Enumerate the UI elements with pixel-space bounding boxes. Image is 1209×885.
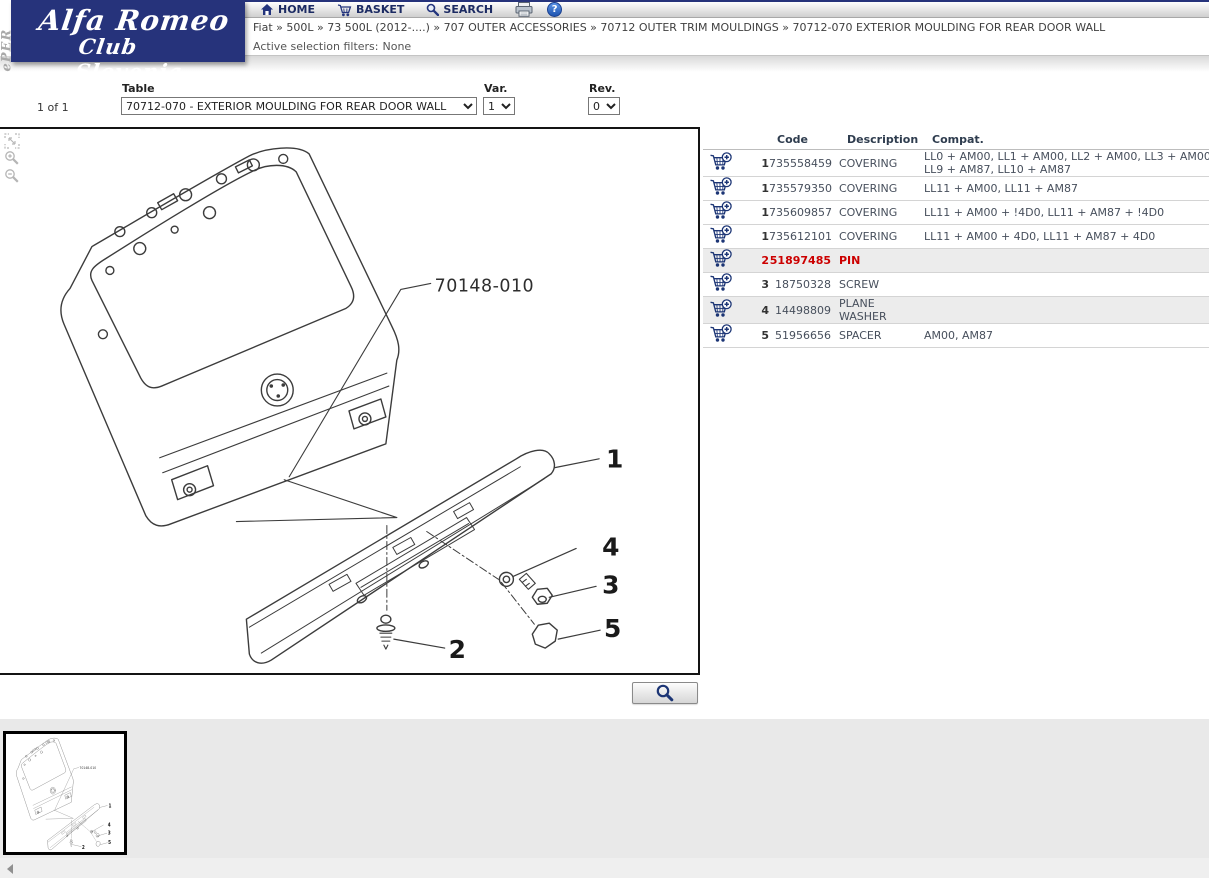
part-qty: 1 — [761, 182, 769, 195]
rev-select[interactable]: 0 — [588, 97, 620, 115]
part-qty: 2 — [761, 254, 769, 267]
part-compat: LL11 + AM00, LL11 + AM87 — [924, 182, 1078, 195]
part-qty: 1 — [761, 206, 769, 219]
basket-button[interactable]: BASKET — [337, 3, 404, 17]
part-description: COVERING — [839, 182, 898, 195]
scroll-left-arrow-icon[interactable] — [7, 864, 13, 874]
help-icon: ? — [547, 2, 563, 17]
cart-plus-icon — [710, 324, 733, 342]
part-qty: 1 — [761, 230, 769, 243]
part-qty: 5 — [761, 329, 769, 342]
part-compat: LL0 + AM00, LL1 + AM00, LL2 + AM00, LL3 … — [924, 150, 1209, 176]
zoom-out-icon[interactable] — [4, 168, 21, 188]
table-row[interactable]: 1 735609857 COVERING LL11 + AM00 + !4D0,… — [703, 201, 1209, 225]
table-select[interactable]: 70712-070 - EXTERIOR MOULDING FOR REAR D… — [121, 97, 477, 115]
part-description: COVERING — [839, 156, 898, 170]
part-code[interactable]: 51897485 — [769, 254, 831, 267]
filters-label: Active selection filters: — [253, 39, 379, 53]
toolbar: HOME BASKET SEARCH ? — [245, 0, 1209, 18]
part-code[interactable]: 735612101 — [769, 230, 832, 243]
parts-diagram-panel: 1 2 3 4 5 70148-010 — [0, 127, 700, 675]
parts-diagram[interactable]: 1 2 3 4 5 70148-010 — [0, 129, 698, 673]
add-to-basket-button[interactable] — [703, 201, 755, 224]
rev-label: Rev. — [589, 82, 616, 95]
parts-rows: 1 735558459 COVERING LL0 + AM00, LL1 + A… — [703, 150, 1209, 348]
cart-plus-icon — [710, 177, 733, 195]
logo-line2: Club Slovenia — [73, 34, 185, 84]
part-code[interactable]: 735579350 — [769, 182, 832, 195]
printer-icon — [515, 2, 533, 17]
filters-row: Active selection filters: None — [245, 37, 1209, 55]
cart-plus-icon — [710, 273, 733, 291]
basket-icon — [337, 3, 352, 16]
table-row[interactable]: 5 51956656 SPACER AM00, AM87 — [703, 324, 1209, 348]
part-qty: 3 — [761, 278, 769, 291]
zoom-in-icon[interactable] — [4, 150, 21, 170]
breadcrumb[interactable]: Fiat » 500L » 73 500L (2012-....) » 707 … — [253, 21, 1105, 34]
part-description: PIN — [839, 254, 861, 267]
filters-value: None — [382, 39, 412, 53]
parts-table: Code Description Compat. 1 735558459 COV… — [703, 130, 1209, 348]
part-code[interactable]: 14498809 — [769, 304, 831, 317]
cart-plus-icon — [710, 225, 733, 243]
part-compat: LL11 + AM00 + 4D0, LL11 + AM87 + 4D0 — [924, 230, 1156, 243]
print-button[interactable] — [515, 2, 533, 17]
breadcrumb-row: Fiat » 500L » 73 500L (2012-....) » 707 … — [245, 18, 1209, 37]
table-row[interactable]: 2 51897485 PIN — [703, 249, 1209, 273]
diagram-thumbnail[interactable] — [3, 731, 127, 855]
page-count: 1 of 1 — [37, 101, 69, 114]
cart-plus-icon — [710, 249, 733, 267]
home-label: HOME — [278, 3, 316, 16]
basket-label: BASKET — [356, 3, 405, 16]
add-to-basket-button[interactable] — [703, 273, 755, 296]
add-to-basket-button[interactable] — [703, 299, 755, 322]
header-separator — [245, 55, 1209, 56]
var-select[interactable]: 1 — [483, 97, 515, 115]
var-label: Var. — [484, 82, 508, 95]
eper-vertical-label: ePER — [0, 28, 15, 72]
add-to-basket-button[interactable] — [703, 249, 755, 272]
cart-plus-icon — [710, 152, 733, 170]
header-description: Description — [847, 133, 919, 146]
part-qty: 4 — [761, 303, 769, 317]
horizontal-scrollbar[interactable] — [0, 858, 1209, 878]
part-description: PLANE WASHER — [839, 297, 887, 323]
home-icon — [261, 4, 273, 15]
home-button[interactable]: HOME — [260, 3, 315, 16]
header-compat: Compat. — [932, 133, 984, 146]
part-description: COVERING — [839, 206, 898, 219]
diagram-search-button[interactable] — [632, 682, 698, 704]
part-code[interactable]: 51956656 — [769, 329, 831, 342]
part-description: COVERING — [839, 230, 898, 243]
help-button[interactable]: ? — [547, 2, 563, 17]
search-button[interactable]: SEARCH — [426, 3, 493, 16]
search-icon — [426, 3, 439, 16]
part-description: SCREW — [839, 278, 880, 291]
table-row[interactable]: 1 735579350 COVERING LL11 + AM00, LL11 +… — [703, 177, 1209, 201]
part-compat: AM00, AM87 — [924, 329, 994, 342]
add-to-basket-button[interactable] — [703, 225, 755, 248]
header-code: Code — [777, 133, 808, 146]
table-row[interactable]: 1 735558459 COVERING LL0 + AM00, LL1 + A… — [703, 150, 1209, 177]
part-code[interactable]: 735558459 — [769, 157, 832, 170]
table-row[interactable]: 3 18750328 SCREW — [703, 273, 1209, 297]
add-to-basket-button[interactable] — [703, 177, 755, 200]
cart-plus-icon — [710, 201, 733, 219]
part-description: SPACER — [839, 329, 882, 342]
logo-line1: Alfa Romeo — [36, 4, 232, 37]
part-compat: LL11 + AM00 + !4D0, LL11 + AM87 + !4D0 — [924, 206, 1165, 219]
table-row[interactable]: 1 735612101 COVERING LL11 + AM00 + 4D0, … — [703, 225, 1209, 249]
parts-table-header: Code Description Compat. — [703, 130, 1209, 150]
club-logo: Alfa Romeo Club Slovenia — [11, 0, 245, 84]
part-qty: 1 — [761, 156, 769, 170]
add-to-basket-button[interactable] — [703, 152, 755, 175]
search-label: SEARCH — [443, 3, 494, 16]
add-to-basket-button[interactable] — [703, 324, 755, 347]
part-code[interactable]: 18750328 — [769, 278, 831, 291]
cart-plus-icon — [710, 299, 733, 317]
table-row[interactable]: 4 14498809 PLANE WASHER — [703, 297, 1209, 324]
part-code[interactable]: 735609857 — [769, 206, 832, 219]
thumbnail-panel — [0, 719, 1209, 858]
magnifier-icon — [656, 684, 674, 702]
